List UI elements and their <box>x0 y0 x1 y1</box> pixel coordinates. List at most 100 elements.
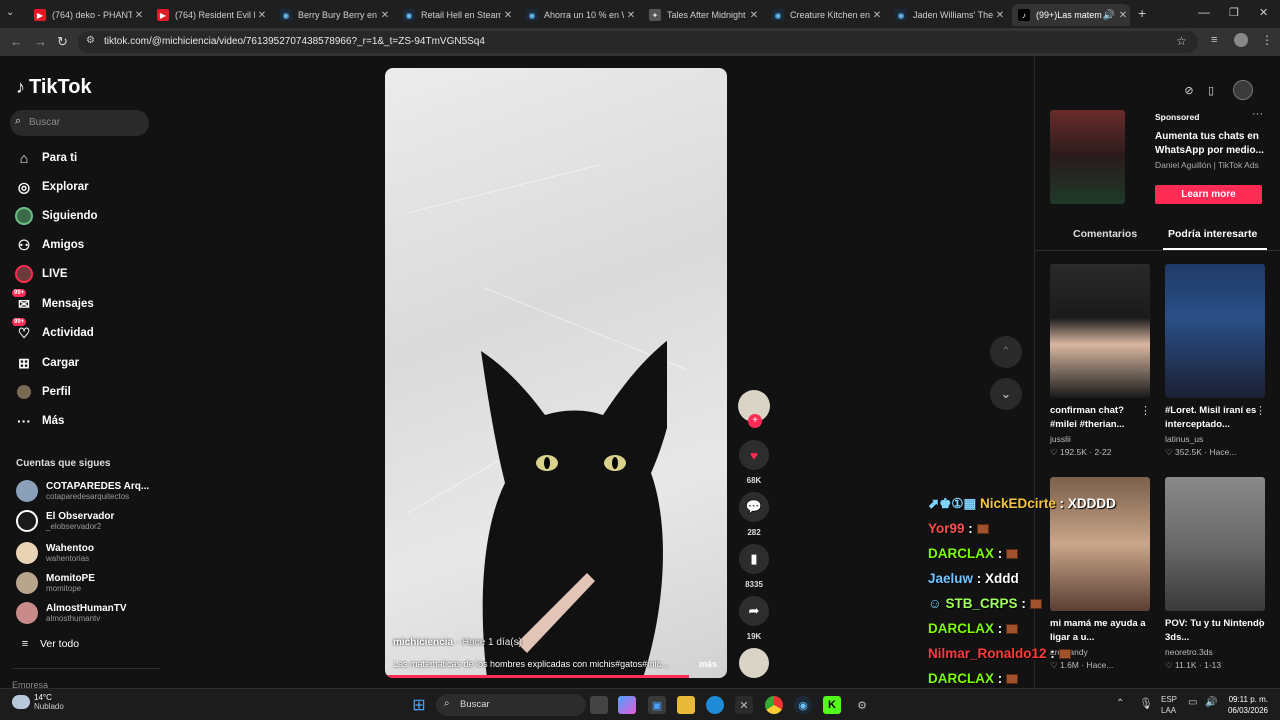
menu-dots-icon[interactable]: ⋮ <box>1261 33 1273 47</box>
new-tab-icon[interactable]: + <box>1138 5 1146 21</box>
comment-button[interactable]: 💬 282 <box>738 492 770 537</box>
sidebar-item-amigos[interactable]: ⚇ Amigos <box>14 233 84 257</box>
sidebar-item-siguiendo[interactable]: Siguiendo <box>14 204 98 228</box>
learn-more-button[interactable]: Learn more <box>1155 185 1262 204</box>
show-hidden-icons[interactable]: ⌃ <box>1116 698 1124 709</box>
sidebar-item-cargar[interactable]: ⊞ Cargar <box>14 351 79 375</box>
card-menu-icon[interactable]: ⋮ <box>1255 617 1266 630</box>
browser-tab[interactable]: ✦ Tales After Midnight ✕ <box>643 4 761 26</box>
sidebar-item-actividad[interactable]: ♡ 99+ Actividad <box>12 318 94 345</box>
volume-icon[interactable]: 🔊 <box>1205 697 1217 708</box>
save-button[interactable]: ▮ 8335 <box>738 544 770 589</box>
video-progress-bar[interactable] <box>385 675 690 678</box>
sidebar-item-live[interactable]: LIVE <box>14 262 68 286</box>
next-video-button[interactable]: ⌄ <box>990 378 1022 410</box>
browser-tab[interactable]: ◉ Ahorra un 10 % en W ✕ <box>520 4 638 26</box>
card-menu-icon[interactable]: ⋮ <box>1140 404 1151 417</box>
share-button[interactable]: ➦ 19K <box>738 596 770 641</box>
close-tab-icon[interactable]: ✕ <box>1116 10 1130 21</box>
creator-avatar[interactable]: + <box>738 390 770 428</box>
sidebar-item-para-ti[interactable]: ⌂ Para ti <box>14 146 77 170</box>
edge-icon[interactable] <box>706 696 724 714</box>
see-all-link[interactable]: ≡ Ver todo <box>18 632 79 656</box>
close-tab-icon[interactable]: ✕ <box>501 10 515 21</box>
user-avatar[interactable] <box>1233 80 1253 100</box>
browser-tab[interactable]: ◉ Jaden Williams' The S ✕ <box>889 4 1007 26</box>
card-menu-icon[interactable]: ⋮ <box>1255 404 1266 417</box>
close-tab-icon[interactable]: ✕ <box>378 10 392 21</box>
like-button[interactable]: ♥ 68K <box>738 440 770 485</box>
ad-thumbnail[interactable] <box>1050 110 1125 204</box>
minimize-icon[interactable]: — <box>1198 5 1210 19</box>
follow-plus-icon[interactable]: + <box>748 414 762 428</box>
browser-tab-active[interactable]: ♪ (99+)Las matem 🔊 ✕ <box>1012 4 1130 26</box>
windows-start-icon[interactable]: ⊞ <box>410 696 428 714</box>
copilot-icon[interactable] <box>618 696 636 714</box>
close-tab-icon[interactable]: ✕ <box>132 10 146 21</box>
following-section-title: Cuentas que sigues <box>16 458 111 469</box>
network-icon[interactable]: ▭ <box>1188 697 1197 708</box>
previous-video-button[interactable]: ⌃ <box>990 336 1022 368</box>
maximize-icon[interactable]: ❐ <box>1229 6 1239 19</box>
browser-tab[interactable]: ◉ Creature Kitchen en S ✕ <box>766 4 884 26</box>
browser-tab[interactable]: ▶(764) Resident Evil Re✕ <box>151 4 269 26</box>
video-author[interactable]: michiciencia <box>393 637 453 648</box>
video-player[interactable]: michiciencia · Hace 1 día(s) Las matemat… <box>385 68 727 678</box>
kick-icon[interactable]: K <box>823 696 841 714</box>
steam-icon[interactable]: ◉ <box>794 696 812 714</box>
clock[interactable]: 09:11 p. m. 06/03/2026 <box>1226 694 1268 716</box>
reload-icon[interactable]: ↻ <box>57 34 68 50</box>
back-icon[interactable]: ← <box>10 34 23 49</box>
microphone-icon[interactable]: 🎙 <box>1139 697 1153 710</box>
close-tab-icon[interactable]: ✕ <box>624 10 638 21</box>
ad-title[interactable]: Aumenta tus chats en WhatsApp por medio.… <box>1155 130 1273 158</box>
more-button[interactable]: más <box>699 659 717 669</box>
chat-separator: : <box>964 521 977 536</box>
ad-menu-icon[interactable]: ··· <box>1252 108 1263 120</box>
file-explorer-icon[interactable] <box>677 696 695 714</box>
terminal-icon[interactable]: ✕ <box>735 696 753 714</box>
address-bar[interactable]: ⚙ tiktok.com/@michiciencia/video/7613952… <box>78 31 1198 53</box>
following-account[interactable]: Wahentoo wahentorias <box>16 540 94 566</box>
profile-avatar-icon[interactable] <box>1234 33 1248 47</box>
following-account[interactable]: COTAPAREDES Arq... cotaparedesarquitectos <box>16 478 149 504</box>
device-icon[interactable]: ▯ <box>1201 80 1221 100</box>
site-info-icon[interactable]: ⚙ <box>86 35 95 46</box>
language-indicator[interactable]: ESP LAA <box>1161 694 1177 716</box>
store-icon[interactable]: ▣ <box>648 696 666 714</box>
following-account[interactable]: El Observador _elobservador2 <box>16 508 114 534</box>
search-input[interactable]: ⌕ Buscar <box>10 110 149 136</box>
speaker-icon[interactable]: 🔊 <box>1102 10 1116 21</box>
chrome-icon[interactable] <box>765 696 783 714</box>
bookmark-star-icon[interactable]: ☆ <box>1176 34 1187 48</box>
suggested-video-card[interactable]: #Loret. Misil iraní es interceptado... l… <box>1165 264 1265 458</box>
sidebar-item-explorar[interactable]: ◎ Explorar <box>14 175 89 199</box>
browser-tab[interactable]: ▶ (764) deko - PHANTA ✕ <box>28 4 146 26</box>
tab-search-icon[interactable]: ⌄ <box>6 7 14 18</box>
tiktok-logo[interactable]: ♪ TikTok <box>16 76 92 99</box>
following-account[interactable]: AlmostHumanTV almosthumantv <box>16 600 127 626</box>
tab-comentarios[interactable]: Comentarios <box>1073 228 1137 240</box>
close-tab-icon[interactable]: ✕ <box>255 10 269 21</box>
browser-tab[interactable]: ◉ Berry Bury Berry en S ✕ <box>274 4 392 26</box>
sound-avatar[interactable] <box>738 648 770 678</box>
weather-widget[interactable]: 14°C Nublado <box>12 693 64 711</box>
browser-tab[interactable]: ◉ Retail Hell en Steam ✕ <box>397 4 515 26</box>
close-tab-icon[interactable]: ✕ <box>870 10 884 21</box>
task-view-icon[interactable] <box>590 696 608 714</box>
close-tab-icon[interactable]: ✕ <box>993 10 1007 21</box>
close-window-icon[interactable]: ✕ <box>1259 6 1268 19</box>
suggested-video-card[interactable]: confirman chat? #milei #therian... jussl… <box>1050 264 1150 458</box>
tab-podria-interesarte[interactable]: Podría interesarte <box>1168 228 1257 240</box>
close-tab-icon[interactable]: ✕ <box>747 10 761 21</box>
sidebar-item-perfil[interactable]: Perfil <box>14 380 71 404</box>
following-account[interactable]: MomitoPE momitope <box>16 570 95 596</box>
forward-icon[interactable]: → <box>34 34 47 49</box>
tab-menu-icon[interactable]: ≡ <box>1211 34 1217 46</box>
sidebar-item-mensajes[interactable]: ✉ 99+ Mensajes <box>12 289 94 316</box>
sidebar-item-mas[interactable]: ··· Más <box>14 409 64 433</box>
explore-icon[interactable]: ⊘ <box>1179 80 1199 100</box>
taskbar-search[interactable]: ⌕ Buscar <box>436 694 586 716</box>
settings-app-icon[interactable]: ⚙ <box>853 696 871 714</box>
suggested-video-card[interactable]: POV: Tu y tu Nintendo 3ds... neoretro.3d… <box>1165 477 1265 671</box>
